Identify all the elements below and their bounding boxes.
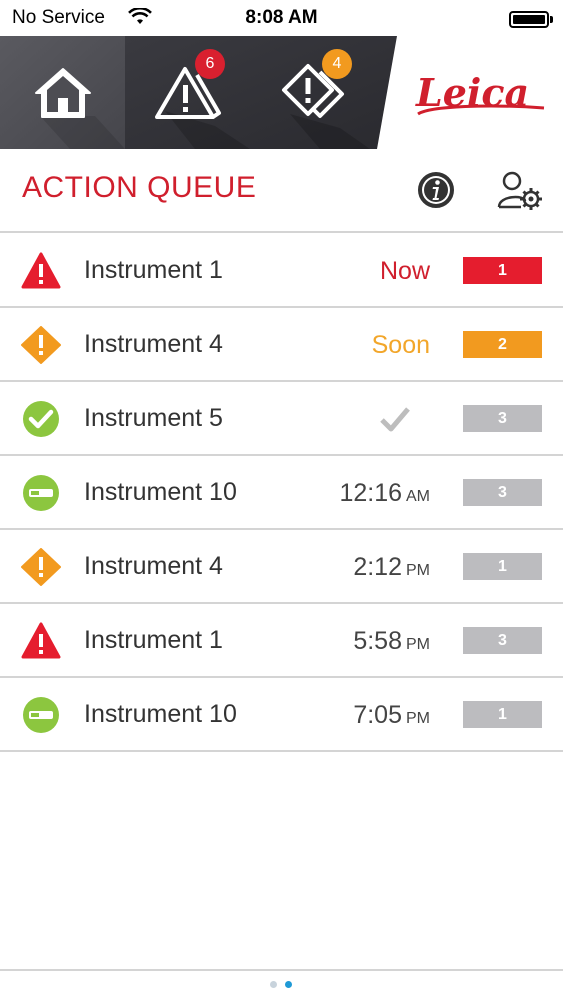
completed-check-icon <box>380 407 410 432</box>
count-badge: 3 <box>463 405 542 432</box>
count-badge: 2 <box>463 331 542 358</box>
instrument-name: Instrument 10 <box>84 478 237 506</box>
action-queue-list: Instrument 1 Now 1 Instrument 4 Soon 2 I… <box>0 234 563 752</box>
battery-icon <box>509 11 553 28</box>
red-triangle-icon <box>21 252 61 289</box>
page-indicator[interactable] <box>270 981 292 988</box>
queue-row[interactable]: Instrument 4 2:12 PM 1 <box>0 530 563 604</box>
info-icon <box>418 172 454 208</box>
instrument-name: Instrument 4 <box>84 330 223 358</box>
page-dot-1[interactable] <box>270 981 277 988</box>
tab-alerts[interactable]: 6 <box>125 36 250 149</box>
alerts-count-badge: 6 <box>195 49 225 79</box>
instrument-name: Instrument 10 <box>84 700 237 728</box>
count-badge: 1 <box>463 257 542 284</box>
due-time: 7:05 PM <box>353 701 430 729</box>
green-minus-icon <box>23 697 59 733</box>
green-check-icon <box>23 401 59 437</box>
count-badge: 3 <box>463 479 542 506</box>
tab-warnings[interactable]: 4 <box>250 36 375 149</box>
instrument-name: Instrument 4 <box>84 552 223 580</box>
due-time: 12:16 AM <box>339 479 430 507</box>
logo-text: Leica <box>415 70 529 115</box>
home-icon <box>34 67 91 118</box>
count-badge: 1 <box>463 553 542 580</box>
instrument-name: Instrument 1 <box>84 626 223 654</box>
red-triangle-icon <box>21 622 61 659</box>
queue-row[interactable]: Instrument 1 Now 1 <box>0 234 563 308</box>
count-badge: 3 <box>463 627 542 654</box>
queue-row[interactable]: Instrument 10 7:05 PM 1 <box>0 678 563 752</box>
due-time: Now <box>379 257 430 285</box>
page-title: ACTION QUEUE <box>22 171 257 204</box>
user-settings-icon <box>497 171 542 210</box>
leica-logo: Leica <box>415 70 545 116</box>
queue-row[interactable]: Instrument 4 Soon 2 <box>0 308 563 382</box>
clock: 8:08 AM <box>245 7 318 28</box>
orange-diamond-icon <box>21 548 61 586</box>
footer-divider <box>0 969 563 971</box>
due-time: 2:12 PM <box>353 553 430 581</box>
page-dot-2[interactable] <box>285 981 292 988</box>
user-settings-button[interactable] <box>497 169 543 211</box>
status-bar: No Service 8:08 AM <box>0 0 563 36</box>
top-nav: 6 4 Leica <box>0 36 563 149</box>
due-time: 5:58 PM <box>353 627 430 655</box>
instrument-name: Instrument 5 <box>84 404 223 432</box>
due-time: Soon <box>371 331 430 359</box>
warnings-count-badge: 4 <box>322 49 352 79</box>
green-minus-icon <box>23 475 59 511</box>
instrument-name: Instrument 1 <box>84 256 223 284</box>
count-badge: 1 <box>463 701 542 728</box>
queue-row[interactable]: Instrument 10 12:16 AM 3 <box>0 456 563 530</box>
queue-row[interactable]: Instrument 1 5:58 PM 3 <box>0 604 563 678</box>
orange-diamond-icon <box>21 326 61 364</box>
page-header: ACTION QUEUE <box>0 149 563 233</box>
tab-home[interactable] <box>0 36 125 149</box>
queue-row[interactable]: Instrument 5 3 <box>0 382 563 456</box>
info-button[interactable] <box>417 171 455 209</box>
